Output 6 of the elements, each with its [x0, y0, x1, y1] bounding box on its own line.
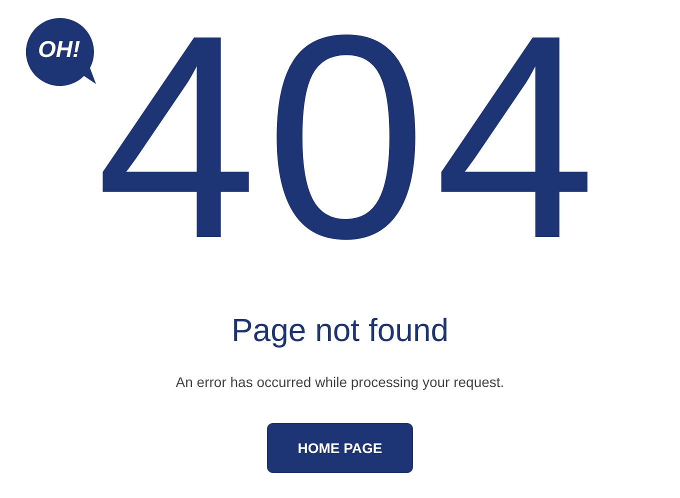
speech-bubble-icon — [26, 18, 98, 86]
error-code: 404 — [96, 0, 604, 262]
home-page-button[interactable]: HOME PAGE — [267, 423, 413, 473]
badge-text: OH! — [38, 38, 80, 61]
error-message: An error has occurred while processing your request. — [176, 373, 504, 392]
page-title: Page not found — [231, 311, 449, 350]
